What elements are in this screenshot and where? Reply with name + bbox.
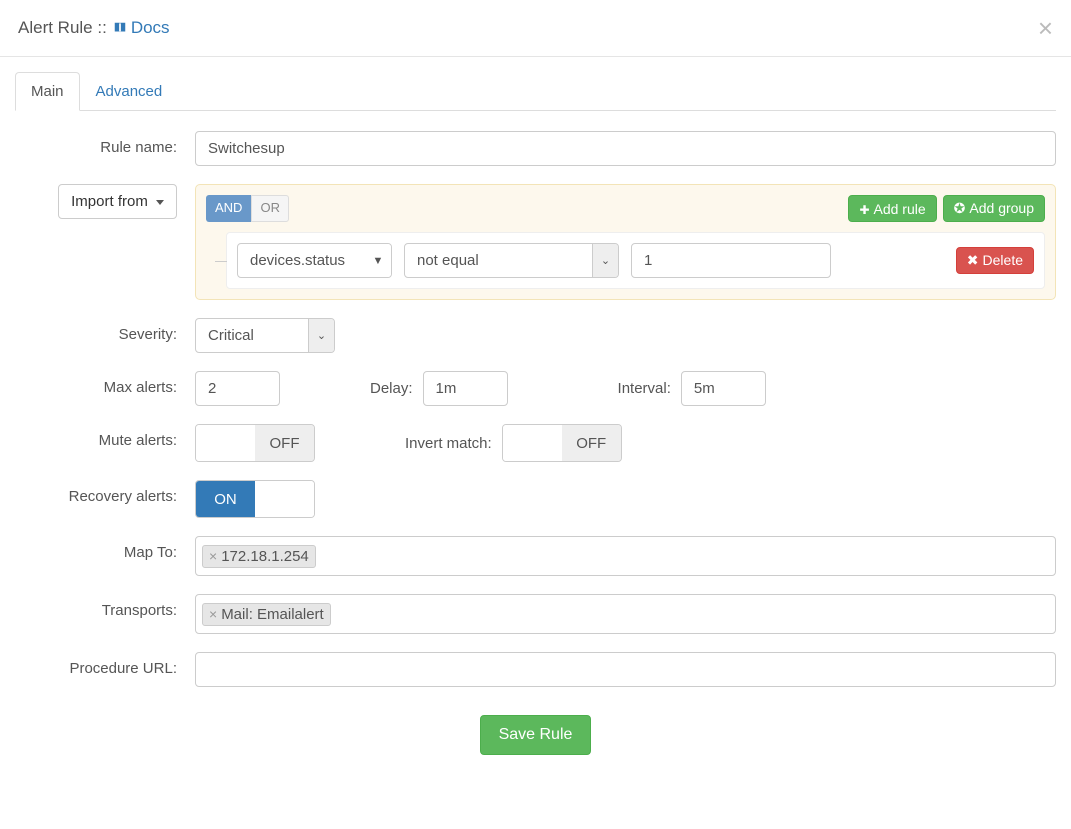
invert-match-toggle[interactable]: OFF	[502, 424, 622, 462]
recovery-alerts-label: Recovery alerts:	[15, 480, 195, 505]
save-rule-button[interactable]: Save Rule	[480, 715, 592, 755]
import-from-button[interactable]: Import from	[58, 184, 177, 219]
delay-label: Delay:	[370, 380, 413, 397]
plus-circle-icon: ✪	[954, 200, 966, 216]
tab-advanced[interactable]: Advanced	[80, 72, 179, 111]
mute-alerts-label: Mute alerts:	[15, 424, 195, 449]
tab-bar: Main Advanced	[15, 72, 1056, 111]
tab-main[interactable]: Main	[15, 72, 80, 111]
alert-rule-modal: Alert Rule :: Docs × Main Advanced Rule …	[0, 0, 1071, 775]
query-rule: devices.status ▼ not equal ⌄	[226, 232, 1045, 289]
map-to-tag[interactable]: × 172.18.1.254	[202, 545, 316, 568]
rule-name-input[interactable]	[195, 131, 1056, 166]
modal-header: Alert Rule :: Docs ×	[0, 0, 1071, 57]
map-to-label: Map To:	[15, 536, 195, 561]
mute-alerts-toggle[interactable]: OFF	[195, 424, 315, 462]
query-builder: AND OR Add rule ✪Add group	[195, 184, 1056, 300]
x-icon: ✖	[967, 252, 979, 268]
remove-tag-icon[interactable]: ×	[209, 606, 217, 622]
rule-name-label: Rule name:	[15, 131, 195, 156]
add-rule-button[interactable]: Add rule	[848, 195, 936, 222]
rule-operator-select[interactable]: not equal	[404, 243, 619, 278]
docs-link[interactable]: Docs	[113, 18, 170, 38]
recovery-alerts-toggle[interactable]: ON	[195, 480, 315, 518]
docs-link-label: Docs	[131, 18, 170, 38]
max-alerts-input[interactable]	[195, 371, 280, 406]
procedure-url-input[interactable]	[195, 652, 1056, 687]
invert-match-label: Invert match:	[405, 435, 492, 452]
severity-label: Severity:	[15, 318, 195, 343]
delete-rule-button[interactable]: ✖Delete	[956, 247, 1034, 274]
remove-tag-icon[interactable]: ×	[209, 548, 217, 564]
rule-field-select[interactable]: devices.status	[237, 243, 392, 278]
severity-select[interactable]: Critical	[195, 318, 335, 353]
book-icon	[113, 21, 127, 35]
add-group-button[interactable]: ✪Add group	[943, 195, 1045, 222]
modal-title: Alert Rule :: Docs	[18, 18, 170, 38]
interval-label: Interval:	[618, 380, 671, 397]
interval-input[interactable]	[681, 371, 766, 406]
transports-tag[interactable]: × Mail: Emailalert	[202, 603, 331, 626]
map-to-input[interactable]: × 172.18.1.254	[195, 536, 1056, 576]
close-icon[interactable]: ×	[1038, 15, 1053, 41]
title-prefix: Alert Rule ::	[18, 18, 107, 38]
condition-and[interactable]: AND	[206, 195, 251, 222]
transports-input[interactable]: × Mail: Emailalert	[195, 594, 1056, 634]
modal-body: Main Advanced Rule name: Import from	[0, 57, 1071, 775]
max-alerts-label: Max alerts:	[15, 371, 195, 396]
plus-icon	[859, 201, 873, 217]
condition-or[interactable]: OR	[251, 195, 289, 222]
rule-value-input[interactable]	[631, 243, 831, 278]
caret-down-icon	[156, 200, 164, 205]
delay-input[interactable]	[423, 371, 508, 406]
procedure-url-label: Procedure URL:	[15, 652, 195, 677]
transports-label: Transports:	[15, 594, 195, 619]
